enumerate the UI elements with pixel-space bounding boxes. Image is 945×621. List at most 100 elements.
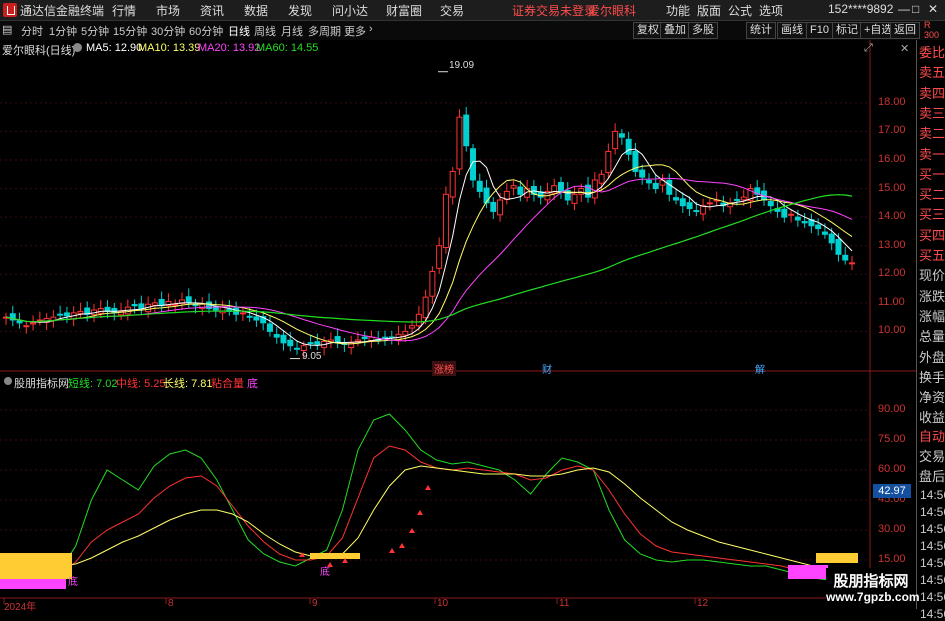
sidebar-time: 14:56	[920, 573, 945, 587]
candle-up	[605, 150, 612, 174]
sidebar-item[interactable]: 卖二	[919, 123, 945, 144]
price-tick-label: 15.00	[878, 181, 906, 194]
indicator-tick-label: 75.00	[878, 433, 906, 445]
zt-badge[interactable]: 涨榜	[432, 361, 456, 376]
signal-block-yellow	[816, 553, 858, 563]
sidebar-time: 14:56	[920, 488, 945, 502]
candle-up	[429, 270, 436, 297]
candle-up	[300, 345, 307, 352]
ma20-legend: MA20: 13.92	[198, 42, 261, 54]
candle-down	[693, 210, 700, 213]
candle-up	[849, 262, 855, 265]
sidebar-item[interactable]: 交易	[919, 446, 945, 467]
sidebar-item[interactable]: 现价	[919, 265, 945, 286]
settings-circle-icon[interactable]	[73, 43, 82, 52]
indicator-tick-label: 60.00	[878, 463, 906, 475]
close-panel-icon[interactable]: ✕	[900, 42, 909, 55]
candle-down	[246, 315, 253, 318]
short-line-legend: 短线: 7.02	[68, 378, 118, 390]
watermark: 股朋指标网 www.7gpzb.com	[826, 568, 920, 609]
cai-badge[interactable]: 财	[542, 361, 552, 376]
candle-up	[510, 185, 517, 189]
candle-down	[314, 341, 321, 345]
date-tick-label: 9	[312, 598, 318, 609]
candle-up	[415, 313, 422, 327]
sidebar-item[interactable]: 换手	[919, 367, 945, 388]
signal-legend-1: 粘合量	[211, 378, 244, 390]
candle-up	[497, 199, 504, 216]
candle-down	[361, 336, 368, 340]
sidebar-item[interactable]: 外盘	[919, 347, 945, 368]
candle-down	[490, 201, 497, 212]
candle-up	[740, 196, 747, 201]
candle-up	[706, 202, 713, 205]
price-tick-label: 12.00	[878, 267, 906, 280]
price-tick-label: 10.00	[878, 324, 906, 337]
sidebar-item[interactable]: 总量	[919, 326, 945, 347]
price-tick-label: 14.00	[878, 210, 906, 223]
sidebar-item[interactable]: 卖四	[919, 83, 945, 104]
sidebar-item[interactable]: 涨幅	[919, 306, 945, 327]
candle-down	[821, 231, 828, 235]
candle-down	[815, 224, 822, 230]
signal-block-magenta	[0, 579, 66, 589]
candle-up	[571, 193, 578, 204]
long-line-legend: 长线: 7.81	[163, 378, 213, 390]
sidebar-time: 14:56	[920, 607, 945, 621]
low-price-label: 9.05	[302, 351, 322, 362]
price-tick-label: 13.00	[878, 238, 906, 251]
candle-down	[307, 342, 314, 345]
sub-cross-label: 底	[320, 567, 330, 578]
candle-up	[598, 173, 605, 184]
ma5-legend: MA5: 12.90	[86, 42, 143, 54]
price-tick-label: 16.00	[878, 153, 906, 165]
candle-down	[666, 179, 673, 195]
sidebar-item[interactable]: 卖一	[919, 144, 945, 165]
quote-sidebar: R 300 委比 卖五 卖四 卖三 卖二 卖一 买一 买二 买三 买四 买五 现价 涨跌 涨幅 总量 外盘 换手…	[916, 20, 945, 621]
date-tick-label: 10	[437, 598, 449, 609]
candle-up	[422, 296, 429, 319]
price-tick-label: 17.00	[878, 124, 906, 137]
candle-up	[402, 330, 409, 336]
sidebar-item[interactable]: 卖五	[919, 62, 945, 83]
sidebar-item[interactable]: 买三	[919, 204, 945, 225]
candle-up	[449, 170, 456, 198]
candle-down	[781, 208, 788, 218]
sidebar-item[interactable]: 买二	[919, 184, 945, 205]
kline-chart[interactable]	[0, 0, 945, 609]
candle-down	[828, 233, 835, 244]
candle-down	[767, 201, 774, 207]
stock-legend: 爱尔眼科(日线)	[2, 45, 76, 57]
indicator-name: 股朋指标网	[14, 378, 69, 390]
jie-badge[interactable]: 解	[755, 361, 765, 376]
candle-down	[842, 254, 849, 261]
candle-down	[686, 202, 693, 210]
candle-down	[253, 316, 260, 321]
sidebar-item[interactable]: 买五	[919, 245, 945, 266]
candle-down	[280, 334, 287, 344]
candle-up	[578, 188, 585, 195]
sub-settings-icon[interactable]	[4, 377, 12, 385]
signal-block-yellow	[310, 553, 360, 559]
sidebar-item[interactable]: 买四	[919, 225, 945, 246]
signal-block-yellow	[0, 553, 72, 579]
sidebar-item[interactable]: 委比	[919, 42, 945, 63]
expand-icon[interactable]: ⤢	[864, 42, 873, 55]
date-tick-label: 8	[168, 598, 174, 609]
candle-up	[612, 130, 619, 150]
candle-up	[409, 325, 416, 329]
sidebar-item[interactable]: 卖三	[919, 103, 945, 124]
sidebar-time: 14:56	[920, 505, 945, 519]
sidebar-item[interactable]: 净资	[919, 387, 945, 408]
candle-down	[679, 198, 686, 207]
sidebar-item[interactable]: 买一	[919, 164, 945, 185]
candle-down	[835, 238, 842, 255]
mid-line-legend: 中线: 5.25	[116, 378, 166, 390]
signal-legend-2: 底	[247, 378, 258, 390]
sidebar-item[interactable]: 涨跌	[919, 286, 945, 307]
sidebar-item[interactable]: 盘后	[919, 466, 945, 487]
candle-up	[239, 312, 246, 315]
sidebar-time: 14:56	[920, 522, 945, 536]
price-tick-label: 11.00	[878, 295, 905, 308]
sidebar-item[interactable]: 自动	[919, 426, 945, 447]
